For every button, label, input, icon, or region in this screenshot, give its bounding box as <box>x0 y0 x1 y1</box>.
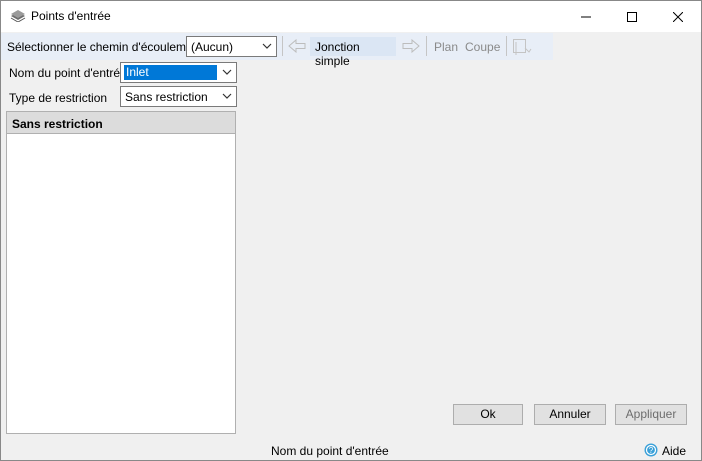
apply-button[interactable]: Appliquer <box>615 404 687 425</box>
ok-button[interactable]: Ok <box>453 404 523 425</box>
restriction-type-label: Type de restriction <box>9 91 108 105</box>
junction-label: Jonction simple <box>315 40 360 68</box>
flow-path-label: Sélectionner le chemin d'écoulement <box>7 40 203 54</box>
restriction-panel: Sans restriction <box>6 111 236 434</box>
maximize-button[interactable] <box>609 1 655 32</box>
close-button[interactable] <box>655 1 701 32</box>
stack-icon <box>10 10 26 22</box>
arrow-left-icon[interactable] <box>288 39 306 53</box>
chevron-down-icon <box>222 93 232 99</box>
flow-path-value: (Aucun) <box>191 40 234 54</box>
help-label[interactable]: Aide <box>662 444 686 458</box>
svg-text:?: ? <box>649 446 654 455</box>
title-bar: Points d'entrée <box>1 1 701 32</box>
help-icon[interactable]: ? <box>644 443 658 457</box>
cancel-button[interactable]: Annuler <box>534 404 606 425</box>
restriction-type-select[interactable]: Sans restriction <box>120 86 237 107</box>
plan-button[interactable]: Plan <box>434 40 458 54</box>
section-button[interactable]: Coupe <box>465 40 500 54</box>
panel-header: Sans restriction <box>7 112 235 134</box>
junction-button[interactable]: Jonction simple <box>310 37 396 68</box>
flow-path-select[interactable]: (Aucun) <box>186 36 277 57</box>
restriction-type-value: Sans restriction <box>125 90 208 104</box>
status-bar: Nom du point d'entrée ? Aide <box>1 438 701 460</box>
toolbar-separator <box>506 36 507 56</box>
window-title: Points d'entrée <box>31 9 111 23</box>
minimize-icon <box>581 16 591 17</box>
entry-name-value: Inlet <box>126 65 149 79</box>
panel-header-label: Sans restriction <box>12 117 103 131</box>
arrow-right-icon[interactable] <box>402 39 420 53</box>
entry-name-select[interactable]: Inlet <box>120 62 237 83</box>
close-icon <box>673 11 683 22</box>
chevron-down-icon <box>262 43 272 49</box>
status-text: Nom du point d'entrée <box>271 444 389 458</box>
dialog-window: Points d'entrée Sélectionner le chemin d… <box>0 0 702 461</box>
toolbar-separator <box>426 36 427 56</box>
toolbar-separator <box>282 36 283 56</box>
flag-icon[interactable] <box>512 38 532 56</box>
minimize-button[interactable] <box>563 1 609 32</box>
entry-name-label: Nom du point d'entrée <box>9 66 127 80</box>
chevron-down-icon <box>222 69 232 75</box>
maximize-icon <box>627 11 637 22</box>
